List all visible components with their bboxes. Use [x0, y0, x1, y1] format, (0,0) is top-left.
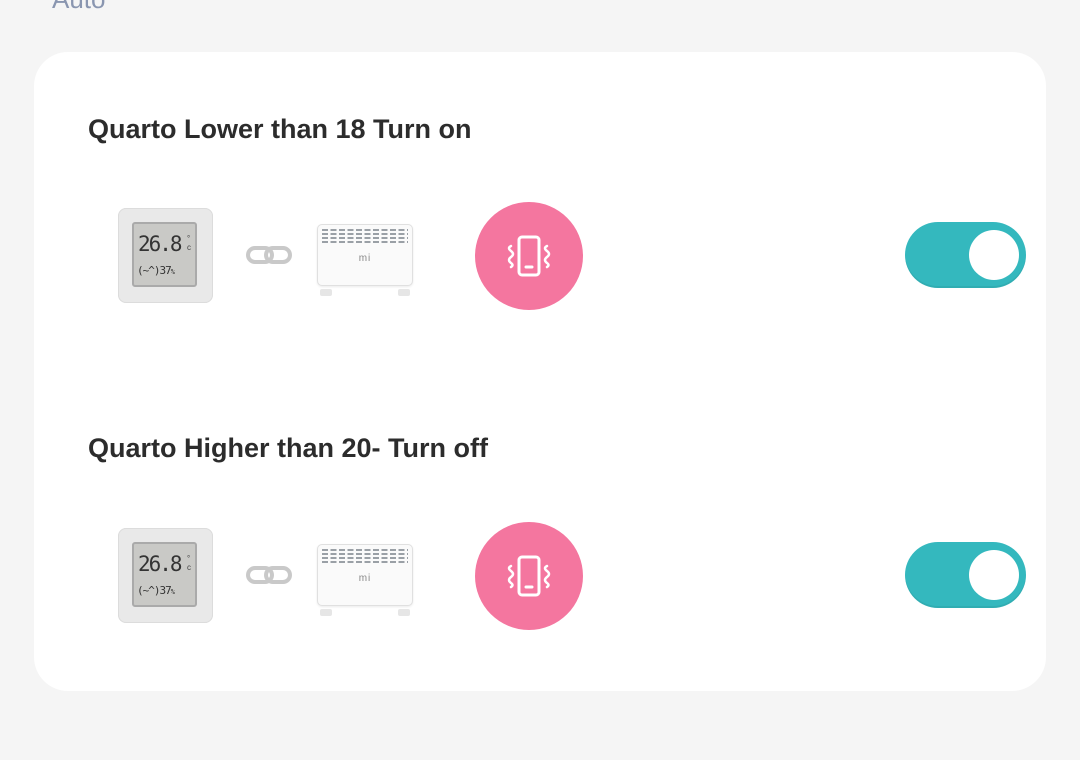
- heater-device-icon: mi: [314, 224, 416, 296]
- heater-device-icon: mi: [314, 544, 416, 616]
- rule-title[interactable]: Quarto Higher than 20- Turn off: [88, 433, 488, 464]
- link-icon: [246, 566, 292, 584]
- thermometer-temp-reading: 26.8: [138, 232, 183, 256]
- thermometer-humidity-reading: (~^)37%: [137, 584, 175, 597]
- toggle-knob: [969, 230, 1019, 280]
- vibrate-action-button[interactable]: [475, 522, 583, 630]
- rule-row[interactable]: 26.8 ° c (~^)37% mi: [118, 202, 1026, 312]
- link-icon: [246, 246, 292, 264]
- thermometer-device-icon: 26.8 ° c (~^)37%: [118, 208, 213, 303]
- thermometer-humidity-reading: (~^)37%: [137, 264, 175, 277]
- rule-enabled-toggle[interactable]: [905, 542, 1026, 608]
- thermometer-screen: 26.8 ° c (~^)37%: [132, 222, 197, 287]
- thermometer-unit: ° c: [187, 554, 191, 572]
- thermometer-unit: ° c: [187, 234, 191, 252]
- thermometer-device-icon: 26.8 ° c (~^)37%: [118, 528, 213, 623]
- rule-enabled-toggle[interactable]: [905, 222, 1026, 288]
- rule-row[interactable]: 26.8 ° c (~^)37% mi: [118, 522, 1026, 632]
- toggle-knob: [969, 550, 1019, 600]
- thermometer-temp-reading: 26.8: [138, 552, 183, 576]
- automation-card: Quarto Lower than 18 Turn on 26.8 ° c (~^…: [34, 52, 1046, 691]
- rule-title[interactable]: Quarto Lower than 18 Turn on: [88, 114, 472, 145]
- heater-logo: mi: [358, 573, 372, 584]
- thermometer-screen: 26.8 ° c (~^)37%: [132, 542, 197, 607]
- vibrate-icon: [507, 235, 551, 277]
- vibrate-action-button[interactable]: [475, 202, 583, 310]
- vibrate-icon: [507, 555, 551, 597]
- heater-logo: mi: [358, 253, 372, 264]
- section-label-auto: Auto: [52, 0, 106, 15]
